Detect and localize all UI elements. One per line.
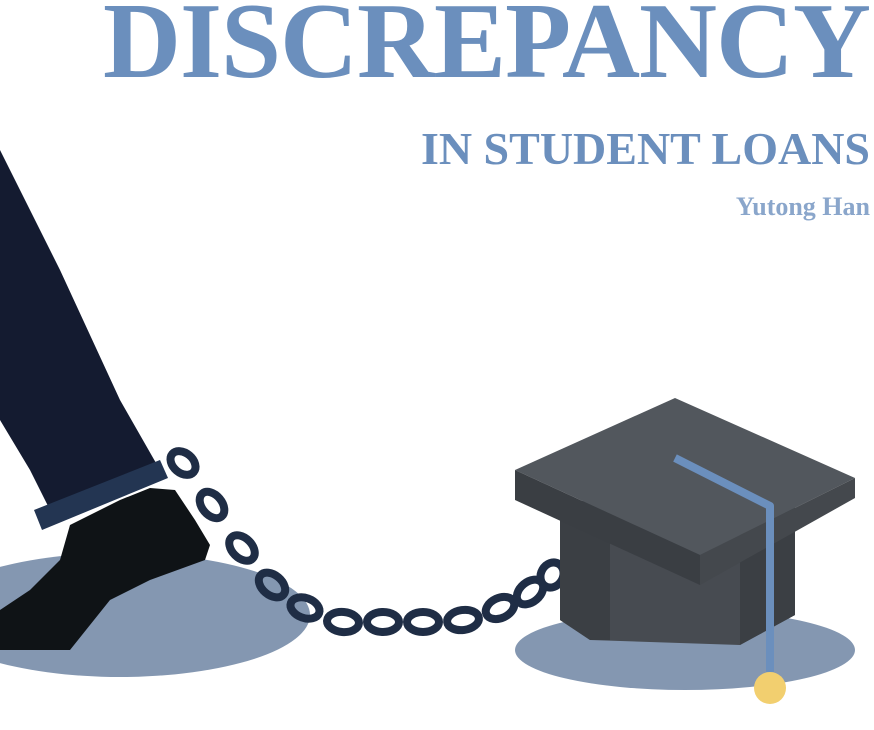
trouser-leg — [0, 150, 160, 520]
illustration — [0, 150, 855, 704]
graduation-cap-icon — [515, 398, 855, 645]
